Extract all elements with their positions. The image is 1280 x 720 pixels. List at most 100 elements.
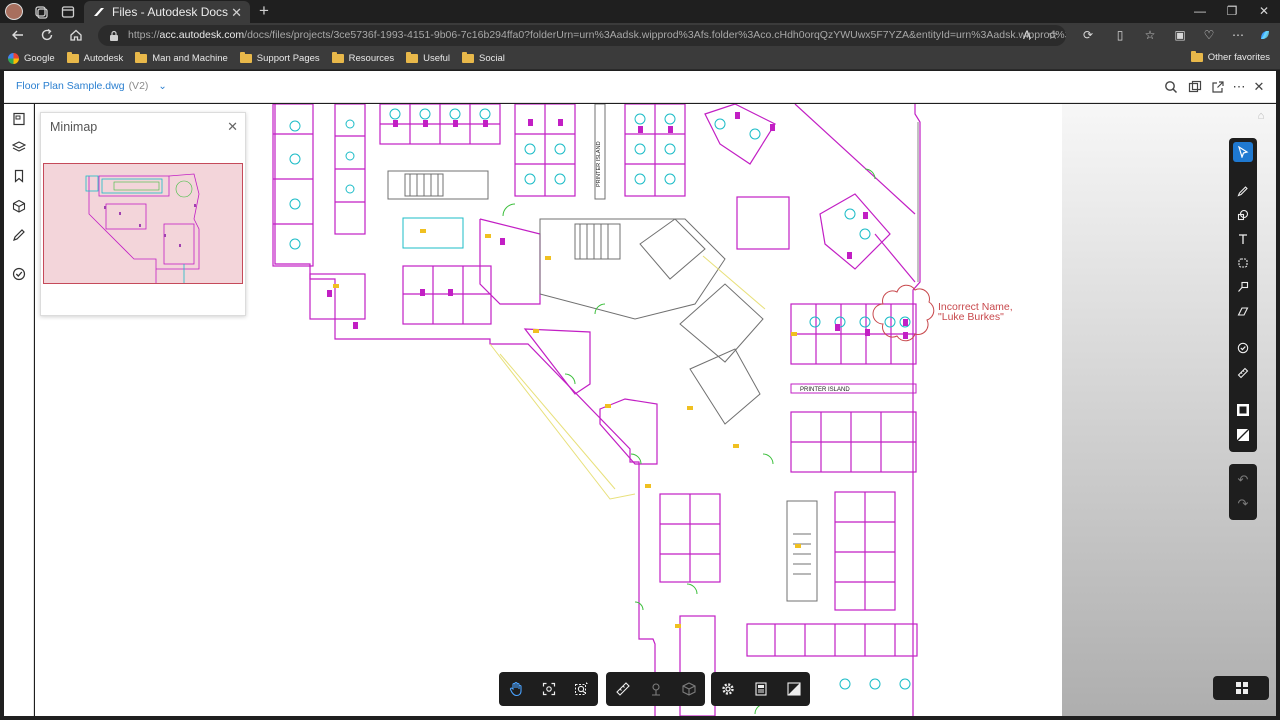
tab-title: Files - Autodesk Docs (112, 5, 229, 19)
freehand-pen-icon[interactable] (1233, 181, 1253, 201)
undo-icon[interactable]: ↶ (1233, 470, 1253, 490)
workspaces-icon[interactable] (32, 3, 50, 20)
browser-essentials-icon[interactable]: ♡ (1201, 27, 1217, 43)
apps-grid-button[interactable] (1213, 676, 1269, 700)
home-view-icon[interactable]: ⌂ (1254, 109, 1268, 123)
home-icon[interactable] (67, 26, 85, 44)
version-label: (V2) (128, 80, 149, 92)
bookmark-label: Support Pages (256, 53, 320, 64)
bookmark-resources[interactable]: Resources (331, 52, 395, 64)
undo-redo-toolbar: ↶ ↷ (1229, 464, 1257, 520)
lock-icon[interactable] (109, 30, 119, 41)
apps-grid-icon (1235, 681, 1249, 695)
compare-sheets-icon[interactable] (777, 672, 810, 706)
navigation-toolbar (499, 672, 598, 706)
url-field[interactable]: https://acc.autodesk.com/docs/files/proj… (98, 25, 1066, 46)
markups-pen-icon[interactable] (10, 226, 28, 244)
shapes-icon[interactable] (1233, 205, 1253, 225)
favorites-icon[interactable]: ☆ (1142, 27, 1158, 43)
stroke-color-icon[interactable] (1233, 400, 1253, 420)
properties-icon[interactable] (744, 672, 777, 706)
google-icon (8, 53, 19, 64)
bookmark-label: Resources (348, 53, 395, 64)
folder-icon (406, 52, 419, 63)
open-external-icon[interactable] (1210, 79, 1226, 95)
close-viewer-icon[interactable]: ✕ (1251, 79, 1267, 95)
bookmark-label: Man and Machine (152, 53, 228, 64)
redo-icon[interactable]: ↷ (1233, 494, 1253, 514)
address-row: https://acc.autodesk.com/docs/files/proj… (0, 23, 1280, 48)
create-issue-icon[interactable] (1233, 338, 1253, 358)
explode-cube-icon (672, 672, 705, 706)
tab-actions-icon[interactable] (59, 3, 77, 20)
bookmark-autodesk[interactable]: Autodesk (66, 52, 124, 64)
read-aloud-icon[interactable]: A (1019, 27, 1035, 43)
bookmark-useful[interactable]: Useful (406, 52, 450, 64)
folder-icon (66, 52, 79, 63)
more-options-icon[interactable]: ⋯ (1231, 79, 1247, 95)
bookmark-label: Social (479, 53, 505, 64)
bookmark-support-pages[interactable]: Support Pages (239, 52, 320, 64)
markup-text-annotation[interactable]: Incorrect Name, "Luke Burkes" (938, 302, 1013, 323)
fill-color-icon[interactable] (1233, 425, 1253, 445)
close-minimap-icon[interactable]: ✕ (227, 119, 238, 135)
bookmark-icon[interactable] (10, 167, 28, 185)
minimize-icon[interactable]: — (1184, 0, 1216, 22)
folder-icon (135, 52, 148, 63)
model-browser-icon[interactable] (10, 197, 28, 215)
window-close-icon[interactable]: ✕ (1248, 0, 1280, 22)
favorite-star-icon[interactable]: ☆ (1045, 27, 1061, 43)
chevron-down-icon[interactable]: ⌄ (158, 81, 166, 92)
zoom-window-icon[interactable] (565, 672, 598, 706)
back-icon[interactable] (9, 26, 27, 44)
refresh-icon[interactable] (38, 26, 56, 44)
document-title[interactable]: Floor Plan Sample.dwg (V2) ⌄ (16, 80, 167, 92)
bookmarks-bar: Google Autodesk Man and Machine Support … (0, 48, 1280, 70)
cloud-markup-icon[interactable] (1233, 253, 1253, 273)
measure-ruler-icon[interactable] (1233, 363, 1253, 383)
restore-icon[interactable]: ❐ (1216, 0, 1248, 22)
sheets-icon[interactable] (10, 110, 28, 128)
markup-toolbar (1229, 138, 1257, 452)
bookmark-label: Autodesk (83, 53, 124, 64)
folder-icon (1190, 51, 1203, 62)
bookmark-google[interactable]: Google (8, 53, 55, 64)
split-screen-icon[interactable]: ▯ (1112, 27, 1128, 43)
select-arrow-icon[interactable] (1233, 142, 1253, 162)
compare-icon[interactable] (1187, 79, 1203, 95)
bookmark-social[interactable]: Social (462, 52, 505, 64)
minimap-viewport[interactable] (43, 163, 243, 284)
markup-line-2: "Luke Burkes" (938, 311, 1004, 323)
highlighter-icon[interactable] (1233, 301, 1253, 321)
issues-check-icon[interactable] (10, 265, 28, 283)
fit-to-view-icon[interactable] (532, 672, 565, 706)
text-tool-icon[interactable] (1233, 229, 1253, 249)
url-host: acc.autodesk.com (159, 29, 245, 41)
search-icon[interactable] (1163, 79, 1179, 95)
more-menu-icon[interactable]: ⋯ (1230, 27, 1246, 43)
bookmark-label: Google (24, 53, 55, 64)
autodesk-favicon-icon (92, 5, 106, 19)
extensions-icon[interactable]: ⟳ (1080, 27, 1096, 43)
tools-toolbar (606, 672, 705, 706)
measure-icon[interactable] (606, 672, 639, 706)
settings-toolbar (711, 672, 810, 706)
bookmark-man-and-machine[interactable]: Man and Machine (135, 52, 228, 64)
pan-hand-icon[interactable] (499, 672, 532, 706)
collections-icon[interactable]: ▣ (1172, 27, 1188, 43)
minimap-title: Minimap (50, 120, 98, 134)
other-favorites[interactable]: Other favorites (1190, 51, 1270, 63)
url-path: /docs/files/projects/3ce5736f-1993-4151-… (244, 29, 1066, 41)
profile-avatar[interactable] (5, 3, 23, 20)
tab-autodesk-docs[interactable]: Files - Autodesk Docs ✕ (84, 1, 250, 23)
new-tab-icon[interactable]: + (255, 1, 273, 20)
folder-icon (331, 52, 344, 63)
settings-gear-icon[interactable] (711, 672, 744, 706)
layers-icon[interactable] (10, 138, 28, 156)
callout-icon[interactable] (1233, 277, 1253, 297)
folder-icon (239, 52, 252, 63)
url-prefix: https:// (128, 29, 160, 41)
copilot-icon[interactable] (1257, 27, 1273, 43)
close-tab-icon[interactable]: ✕ (231, 5, 242, 21)
other-favorites-label: Other favorites (1207, 52, 1270, 63)
